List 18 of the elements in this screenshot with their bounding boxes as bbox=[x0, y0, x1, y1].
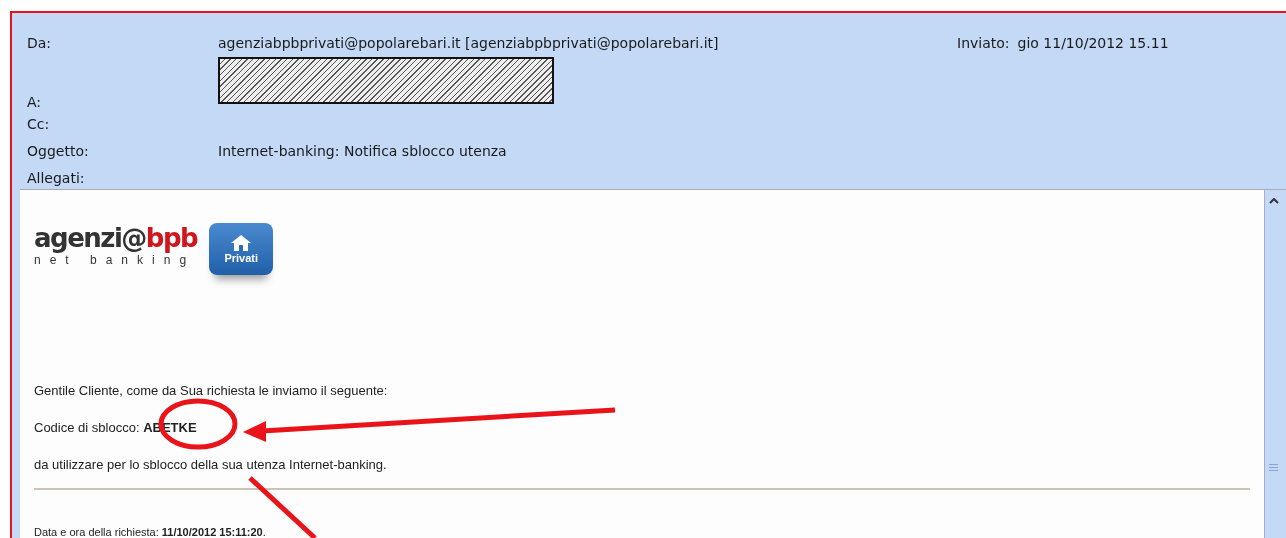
message-text: Gentile Cliente, come da Sua richiesta le inviamo il seguente: bbox=[34, 383, 389, 398]
field-value: Internet-banking: Notifica sblocco utenza bbox=[218, 142, 507, 159]
house-icon bbox=[230, 234, 253, 252]
request-date-text: Data e ora della richiesta: 11/10/2012 15:11:20. bbox=[34, 526, 267, 538]
scrollbar[interactable] bbox=[1264, 190, 1282, 538]
field-label: Cc: bbox=[27, 115, 51, 132]
brand-tagline: net banking bbox=[34, 253, 197, 267]
field-label: Da: bbox=[27, 34, 53, 51]
scroll-up-icon[interactable] bbox=[1268, 198, 1279, 204]
message-text: da utilizzare per lo sblocco della sua utenza Internet-banking. bbox=[34, 457, 388, 472]
brand-name: agenzi@bpb bbox=[34, 223, 198, 253]
privati-badge: Privati bbox=[209, 223, 274, 275]
sent-date: gio 11/10/2012 15.11 bbox=[1017, 35, 1169, 51]
field-label: Oggetto: bbox=[27, 142, 90, 159]
field-value: agenziabpbprivati@popolarebari.it [agenziabpbprivati@popolarebari.it] bbox=[218, 34, 719, 51]
field-label: Allegati: bbox=[27, 169, 86, 186]
field-label: A: bbox=[27, 94, 43, 110]
sent-label: Inviato: bbox=[957, 35, 1010, 51]
